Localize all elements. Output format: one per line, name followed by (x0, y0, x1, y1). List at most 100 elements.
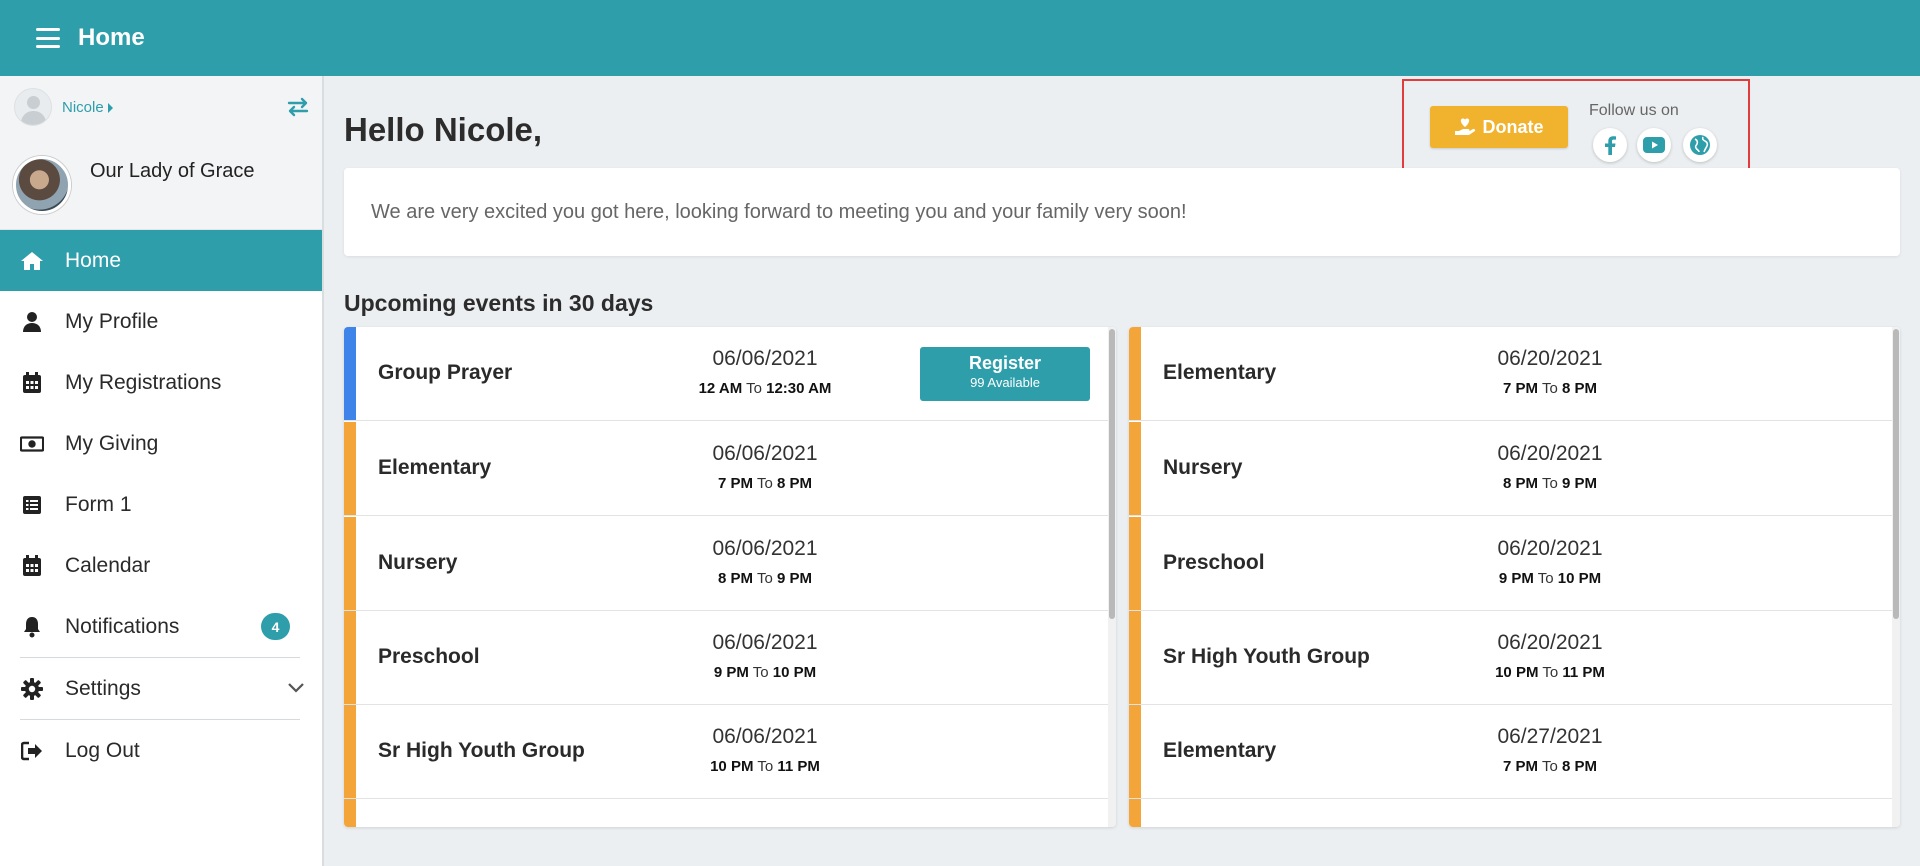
events-list-left: Group Prayer 06/06/2021 12 AM To 12:30 A… (344, 327, 1116, 827)
gear-icon (20, 677, 44, 701)
event-date: 06/06/2021 (712, 631, 818, 654)
hamburger-menu-icon[interactable] (36, 28, 60, 48)
facebook-icon[interactable] (1593, 128, 1627, 162)
event-time: 12 AM To 12:30 AM (698, 380, 832, 397)
event-name: Elementary (378, 456, 492, 479)
user-name: Nicole (62, 99, 104, 116)
user-icon (20, 310, 44, 334)
event-row[interactable]: Nursery 06/20/2021 8 PM To 9 PM (1129, 422, 1892, 516)
scrollbar-track[interactable] (1108, 327, 1116, 827)
top-bar: Home (0, 0, 1920, 76)
sidebar-header: Nicole Our Lady of Grace (0, 76, 322, 230)
event-row[interactable]: Sr High Youth Group 06/06/2021 10 PM To … (344, 705, 1108, 799)
event-color-bar (1129, 422, 1141, 515)
greeting-heading: Hello Nicole, (344, 111, 543, 148)
register-button[interactable]: Register 99 Available (920, 347, 1090, 401)
event-row[interactable]: Sr High Youth Group 06/20/2021 10 PM To … (1129, 611, 1892, 705)
church-avatar (13, 156, 71, 214)
event-color-bar (344, 611, 356, 704)
event-date: 06/20/2021 (1497, 537, 1603, 560)
notification-count-badge: 4 (261, 613, 290, 640)
sidebar-item-label: Notifications (65, 614, 180, 638)
sidebar-item-label: Log Out (65, 738, 140, 762)
event-row-partial[interactable] (1129, 799, 1892, 827)
event-time: 10 PM To 11 PM (710, 758, 820, 775)
page-title: Home (78, 24, 145, 51)
register-label: Register (968, 353, 1042, 373)
sidebar-item-home[interactable]: Home (0, 230, 322, 291)
event-date: 06/20/2021 (1497, 442, 1603, 465)
donate-label: Donate (1482, 116, 1544, 137)
scrollbar-track[interactable] (1892, 327, 1900, 827)
sidebar-item-notifications[interactable]: Notifications 4 (0, 596, 322, 657)
caret-right-icon (107, 103, 113, 114)
event-color-bar (1129, 799, 1141, 827)
sidebar-item-my-profile[interactable]: My Profile (0, 291, 322, 352)
logout-icon (20, 739, 44, 763)
home-icon (20, 249, 44, 273)
register-availability: 99 Available (970, 375, 1040, 390)
event-name: Elementary (1163, 361, 1277, 384)
welcome-message: We are very excited you got here, lookin… (371, 200, 1187, 223)
sidebar-item-my-registrations[interactable]: My Registrations (0, 352, 322, 413)
event-color-bar (1129, 705, 1141, 798)
event-time: 8 PM To 9 PM (1503, 475, 1597, 492)
follow-us-label: Follow us on (1589, 102, 1679, 119)
sidebar-item-label: Form 1 (65, 492, 132, 516)
event-row[interactable]: Elementary 06/20/2021 7 PM To 8 PM (1129, 327, 1892, 421)
switch-account-icon[interactable] (286, 95, 310, 119)
website-globe-icon[interactable] (1683, 128, 1717, 162)
sidebar: Nicole Our Lady of Grace Home My Profile… (0, 76, 324, 866)
sidebar-item-label: My Profile (65, 309, 159, 333)
event-row[interactable]: Elementary 06/06/2021 7 PM To 8 PM (344, 422, 1108, 516)
event-name: Group Prayer (378, 361, 513, 384)
chevron-down-icon (288, 683, 304, 693)
event-time: 7 PM To 8 PM (1503, 758, 1597, 775)
event-row-partial[interactable] (344, 799, 1108, 827)
event-color-bar (1129, 327, 1141, 420)
user-name-link[interactable]: Nicole (62, 99, 113, 116)
event-color-bar (344, 705, 356, 798)
youtube-icon[interactable] (1637, 128, 1671, 162)
event-color-bar (344, 799, 356, 827)
event-name: Nursery (378, 551, 458, 574)
sidebar-item-form-1[interactable]: Form 1 (0, 474, 322, 535)
event-row[interactable]: Preschool 06/06/2021 9 PM To 10 PM (344, 611, 1108, 705)
upcoming-events-heading: Upcoming events in 30 days (344, 290, 654, 316)
bell-icon (20, 615, 44, 639)
event-color-bar (1129, 517, 1141, 610)
calendar-icon (20, 554, 44, 578)
event-name: Nursery (1163, 456, 1243, 479)
event-date: 06/06/2021 (712, 725, 818, 748)
event-time: 9 PM To 10 PM (1498, 570, 1602, 587)
event-time: 7 PM To 8 PM (1503, 380, 1597, 397)
sidebar-item-settings[interactable]: Settings (0, 658, 322, 719)
event-time: 8 PM To 9 PM (718, 570, 812, 587)
event-row[interactable]: Preschool 06/20/2021 9 PM To 10 PM (1129, 517, 1892, 611)
event-color-bar (344, 422, 356, 515)
event-row[interactable]: Elementary 06/27/2021 7 PM To 8 PM (1129, 705, 1892, 799)
sidebar-item-label: Calendar (65, 553, 151, 577)
sidebar-item-label: My Registrations (65, 370, 222, 394)
donate-hand-heart-icon (1455, 118, 1476, 135)
sidebar-item-label: My Giving (65, 431, 159, 455)
sidebar-item-my-giving[interactable]: My Giving (0, 413, 322, 474)
event-color-bar (344, 517, 356, 610)
event-name: Preschool (378, 645, 480, 668)
event-date: 06/20/2021 (1497, 347, 1603, 370)
event-time: 7 PM To 8 PM (718, 475, 812, 492)
sidebar-item-calendar[interactable]: Calendar (0, 535, 322, 596)
event-name: Preschool (1163, 551, 1265, 574)
sidebar-item-log-out[interactable]: Log Out (0, 720, 322, 781)
event-name: Sr High Youth Group (1163, 645, 1370, 668)
event-row[interactable]: Nursery 06/06/2021 8 PM To 9 PM (344, 517, 1108, 611)
user-avatar[interactable] (14, 88, 52, 126)
welcome-message-card: We are very excited you got here, lookin… (344, 168, 1900, 256)
event-row[interactable]: Group Prayer 06/06/2021 12 AM To 12:30 A… (344, 327, 1108, 421)
donate-button[interactable]: Donate (1430, 106, 1568, 148)
scrollbar-thumb[interactable] (1893, 329, 1899, 619)
event-name: Elementary (1163, 739, 1277, 762)
sidebar-nav: Home My Profile My Registrations My Givi… (0, 230, 322, 781)
scrollbar-thumb[interactable] (1109, 329, 1115, 619)
event-date: 06/06/2021 (712, 442, 818, 465)
